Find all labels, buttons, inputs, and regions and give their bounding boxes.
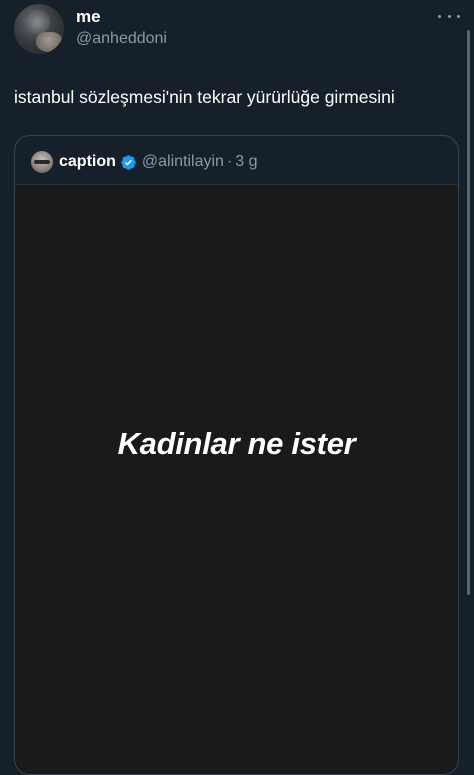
tweet: me @anheddoni istanbul sözleşmesi'nin te… xyxy=(0,0,474,775)
quoted-author-display-name[interactable]: caption xyxy=(59,153,116,171)
more-horizontal-icon[interactable] xyxy=(438,10,460,22)
author-handle[interactable]: @anheddoni xyxy=(76,30,167,48)
avatar-face xyxy=(24,10,50,34)
avatar-hand xyxy=(36,32,62,52)
more-dot xyxy=(447,14,451,18)
quoted-tweet-header: caption @alintilayin · 3 g xyxy=(31,150,258,174)
quoted-tweet-time[interactable]: 3 g xyxy=(235,153,257,171)
separator-dot: · xyxy=(226,153,233,170)
more-dot xyxy=(438,14,441,18)
tweet-text: istanbul sözleşmesi'nin tekrar yürürlüğe… xyxy=(14,87,395,107)
scrollbar[interactable] xyxy=(467,30,470,595)
more-dot xyxy=(457,14,460,18)
media-caption-text: Kadinlar ne ister xyxy=(117,426,356,461)
author-avatar[interactable] xyxy=(14,4,64,54)
quoted-tweet-card[interactable]: caption @alintilayin · 3 g Kadinlar ne i… xyxy=(14,135,459,775)
quoted-author-handle[interactable]: @alintilayin xyxy=(142,153,224,171)
quoted-tweet-media[interactable]: Kadinlar ne ister xyxy=(15,184,458,774)
author-display-name[interactable]: me xyxy=(76,7,101,27)
quoted-author-avatar[interactable] xyxy=(31,151,53,173)
verified-badge-icon xyxy=(121,154,136,170)
